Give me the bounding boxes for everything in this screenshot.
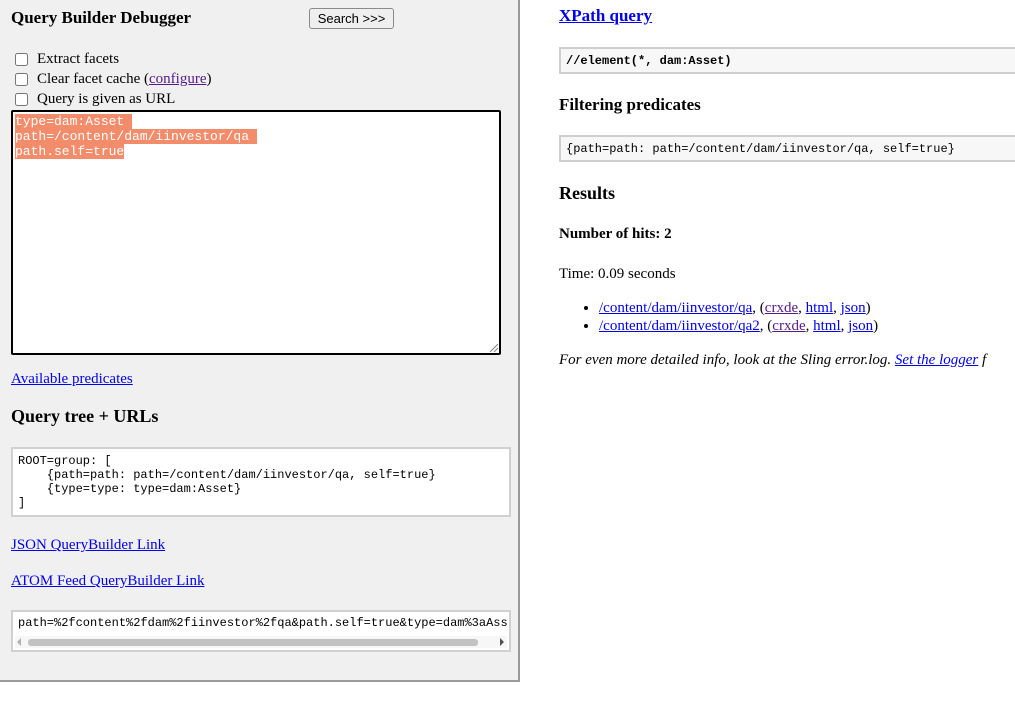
- extract-facets-option[interactable]: Extract facets: [13, 50, 119, 68]
- clear-cache-option[interactable]: Clear facet cache (configure): [13, 70, 211, 88]
- filtering-predicates-heading: Filtering predicates: [559, 95, 701, 114]
- clear-cache-label-end: ): [206, 70, 212, 87]
- query-as-url-label: Query is given as URL: [37, 90, 176, 107]
- query-time: Time: 0.09 seconds: [559, 266, 676, 282]
- crxde-link[interactable]: crxde: [765, 300, 798, 316]
- detail-note-text: For even more detailed info, look at the…: [559, 352, 895, 368]
- scrollbar-thumb[interactable]: [28, 639, 478, 646]
- json-link[interactable]: json: [841, 300, 866, 316]
- html-link[interactable]: html: [806, 300, 834, 316]
- result-path-link[interactable]: /content/dam/iinvestor/qa: [599, 300, 752, 316]
- xpath-heading[interactable]: XPath query: [559, 6, 652, 26]
- query-tree-heading: Query tree + URLs: [11, 406, 159, 426]
- hits-count: Number of hits: 2: [559, 226, 672, 242]
- result-list: /content/dam/iinvestor/qa, (crxde, html,…: [559, 299, 878, 335]
- detail-note-tail: f: [978, 352, 987, 368]
- resize-handle-icon[interactable]: [490, 344, 498, 352]
- xpath-query-link[interactable]: XPath query: [559, 6, 652, 25]
- atom-querybuilder-link[interactable]: ATOM Feed QueryBuilder Link: [11, 573, 204, 590]
- scroll-right-icon[interactable]: [500, 638, 504, 646]
- search-button[interactable]: Search >>>: [309, 8, 394, 29]
- configure-link[interactable]: configure: [149, 71, 206, 88]
- scroll-left-icon[interactable]: [17, 638, 21, 646]
- url-query-text: path=%2fcontent%2fdam%2fiinvestor%2fqa&p…: [18, 616, 508, 630]
- html-link[interactable]: html: [813, 318, 841, 334]
- results-heading: Results: [559, 183, 616, 203]
- xpath-query-output: //element(*, dam:Asset): [559, 47, 1015, 74]
- clear-cache-label: Clear facet cache (: [37, 70, 149, 87]
- list-item: /content/dam/iinvestor/qa, (crxde, html,…: [599, 299, 878, 317]
- crxde-link[interactable]: crxde: [772, 318, 805, 334]
- filtering-predicates-output: {path=path: path=/content/dam/iinvestor/…: [559, 135, 1015, 162]
- debugger-panel: Query Builder Debugger Search >>> Extrac…: [0, 0, 520, 682]
- detail-note: For even more detailed info, look at the…: [559, 352, 986, 369]
- extract-facets-checkbox[interactable]: [15, 52, 28, 66]
- horizontal-scrollbar[interactable]: [15, 636, 507, 648]
- list-item: /content/dam/iinvestor/qa2, (crxde, html…: [599, 317, 878, 335]
- url-query-output: path=%2fcontent%2fdam%2fiinvestor%2fqa&p…: [11, 610, 511, 652]
- query-tree-output: ROOT=group: [ {path=path: path=/content/…: [11, 447, 511, 517]
- query-input[interactable]: type=dam:Asset path=/content/dam/iinvest…: [11, 110, 501, 355]
- available-predicates-link[interactable]: Available predicates: [11, 371, 133, 388]
- query-as-url-option[interactable]: Query is given as URL: [13, 90, 175, 108]
- result-path-link[interactable]: /content/dam/iinvestor/qa2: [599, 318, 760, 334]
- page-title: Query Builder Debugger: [11, 8, 192, 27]
- set-logger-link[interactable]: Set the logger: [895, 352, 978, 368]
- query-line: path=/content/dam/iinvestor/qa: [15, 129, 257, 144]
- extract-facets-label: Extract facets: [37, 50, 120, 67]
- query-line: type=dam:Asset: [15, 114, 133, 129]
- json-link[interactable]: json: [848, 318, 873, 334]
- query-as-url-checkbox[interactable]: [15, 92, 28, 106]
- json-querybuilder-link[interactable]: JSON QueryBuilder Link: [11, 537, 165, 554]
- clear-cache-checkbox[interactable]: [15, 72, 28, 86]
- query-line: path.self=true: [15, 144, 125, 159]
